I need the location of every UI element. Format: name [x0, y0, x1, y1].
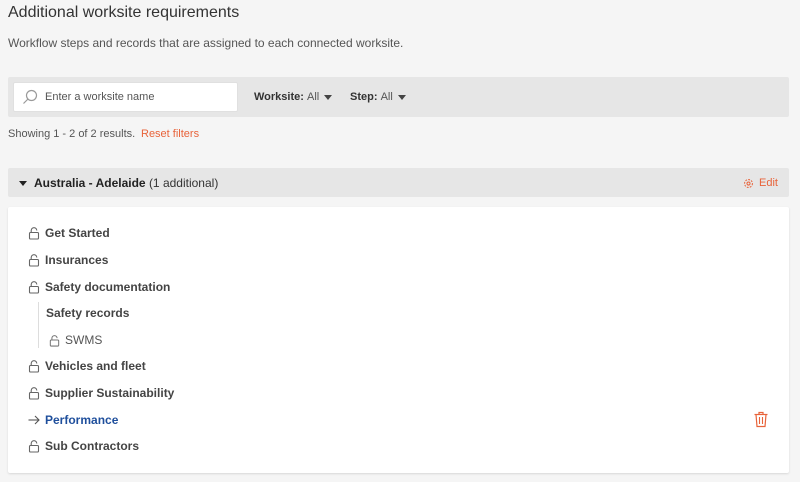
step-label: Supplier Sustainability [45, 386, 175, 400]
caret-down-icon [324, 94, 333, 100]
lock-icon [28, 440, 40, 453]
step-filter-value: All [380, 91, 393, 103]
edit-label: Edit [759, 177, 778, 189]
step-label: Performance [45, 413, 119, 427]
reset-filters-link[interactable]: Reset filters [141, 128, 199, 140]
lock-icon [28, 227, 40, 240]
step-label: Sub Contractors [45, 439, 140, 453]
step-item-insurances[interactable]: Insurances [27, 253, 108, 267]
step-label: Insurances [45, 253, 109, 267]
results-count: Showing 1 - 2 of 2 results. [8, 128, 136, 140]
filter-bar: Worksite: All Step: All [8, 77, 789, 117]
lock-icon [28, 387, 40, 400]
lock-icon [28, 360, 40, 373]
gear-icon [744, 178, 753, 188]
worksite-additional-count: (1 additional) [148, 176, 219, 190]
step-item-performance[interactable]: Performance [27, 413, 118, 427]
step-item-supplier-sustainability[interactable]: Supplier Sustainability [27, 386, 174, 400]
caret-down-icon [397, 94, 406, 100]
worksite-filter-value: All [306, 91, 320, 103]
trash-icon[interactable] [753, 411, 769, 428]
page-title: Additional worksite requirements [8, 4, 240, 21]
worksite-name: Australia - Adelaide (1 additional) [34, 176, 218, 190]
worksite-filter-label: Worksite: [254, 91, 304, 103]
step-label: Get Started [45, 226, 110, 240]
step-item-safety-documentation[interactable]: Safety documentation [27, 280, 170, 294]
search-box[interactable] [13, 82, 238, 112]
step-label: Vehicles and fleet [45, 359, 146, 373]
step-label: Safety documentation [45, 280, 171, 294]
subsection-title: Safety records [46, 306, 130, 320]
search-input[interactable] [45, 87, 230, 107]
lock-icon [28, 281, 40, 294]
search-icon [23, 89, 38, 104]
edit-button[interactable]: Edit [743, 177, 778, 189]
worksite-name-text: Australia - Adelaide [34, 176, 146, 190]
page-subtitle: Workflow steps and records that are assi… [8, 36, 404, 50]
lock-icon [49, 334, 60, 347]
subsection-divider [38, 302, 39, 348]
record-item-swms[interactable]: SWMS [48, 333, 102, 347]
step-filter-dropdown[interactable]: Step: All [350, 91, 406, 103]
step-item-sub-contractors[interactable]: Sub Contractors [27, 439, 139, 453]
worksite-group-header[interactable]: Australia - Adelaide (1 additional) Edit [8, 168, 789, 197]
worksite-filter-dropdown[interactable]: Worksite: All [254, 91, 333, 103]
arrow-right-icon [28, 415, 40, 425]
worksite-steps-panel: Get Started Insurances Safety documentat… [8, 207, 789, 473]
collapse-triangle-icon[interactable] [19, 181, 27, 186]
step-item-vehicles-and-fleet[interactable]: Vehicles and fleet [27, 359, 146, 373]
step-item-get-started[interactable]: Get Started [27, 226, 110, 240]
step-filter-label: Step: [350, 91, 378, 103]
lock-icon [28, 254, 40, 267]
record-label: SWMS [65, 333, 103, 347]
